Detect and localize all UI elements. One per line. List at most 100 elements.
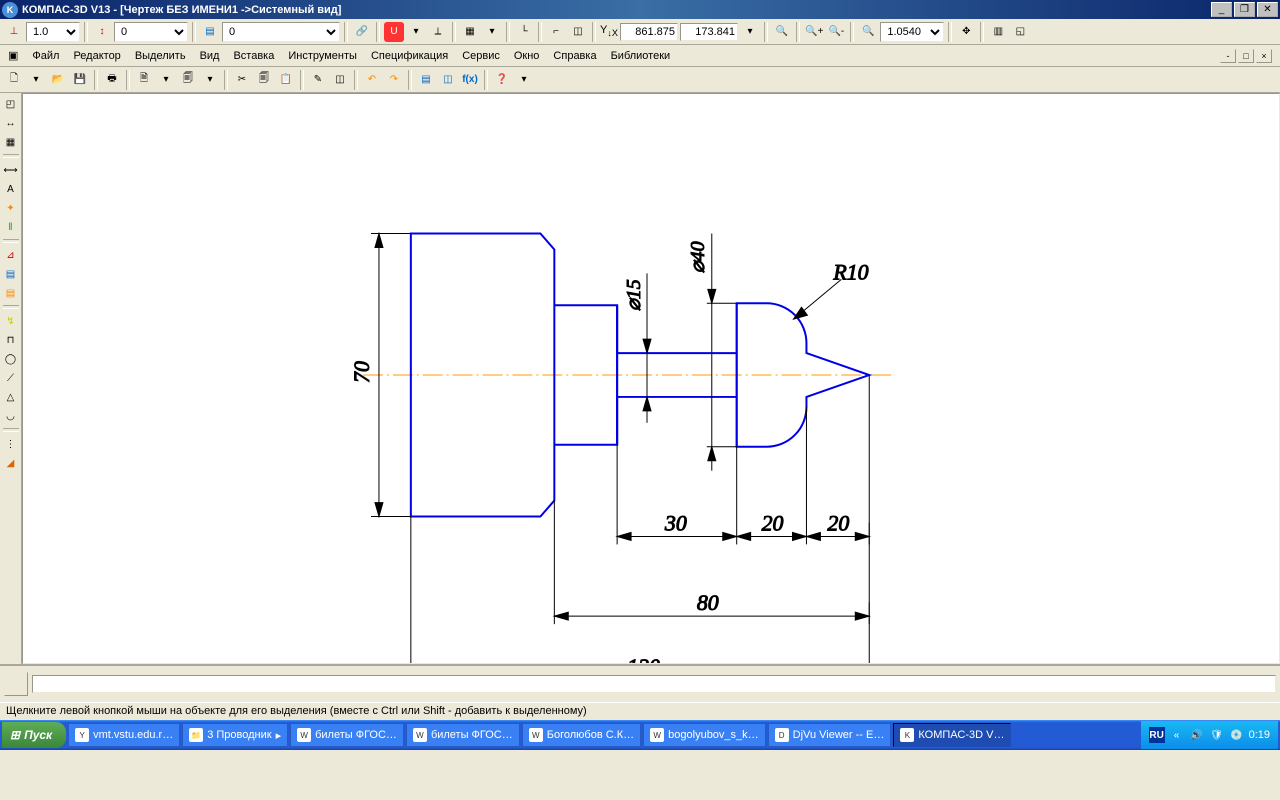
ortho-icon[interactable]: ⌐ [546,22,566,42]
taskbar-item[interactable]: Yvmt.vstu.edu.r… [68,723,180,747]
dropdown-icon[interactable]: ▾ [26,70,46,90]
taskbar-item-active[interactable]: KКОМПАС-3D V… [893,723,1011,747]
zoom-out-icon[interactable]: 🔍- [826,22,846,42]
menu-select[interactable]: Выделить [129,48,192,64]
cut-icon[interactable]: ✂ [232,70,252,90]
manager-icon[interactable]: ▤ [416,70,436,90]
link-icon[interactable]: 🔗 [352,22,372,42]
report-icon[interactable]: ▤ [2,284,20,302]
mdi-restore[interactable]: □ [1238,49,1254,63]
tool2-icon[interactable]: ⊓ [2,331,20,349]
tool6-icon[interactable]: ◡ [2,407,20,425]
coord-x[interactable]: 861.875 [620,23,678,41]
dropdown-icon[interactable]: ▾ [482,22,502,42]
panel-button[interactable] [4,672,28,696]
paste-icon[interactable]: 📋 [276,70,296,90]
hatch-icon[interactable]: ▦ [2,133,20,151]
pan-icon[interactable]: ✥ [956,22,976,42]
system-tray[interactable]: RU « 🔊 🛡 💿 0:19 [1141,721,1278,749]
dropdown-icon[interactable]: ▾ [406,22,426,42]
angle-icon[interactable]: ↕ [92,22,112,42]
taskbar-item[interactable]: Wбилеты ФГОС… [406,723,520,747]
tool4-icon[interactable]: ⟋ [2,369,20,387]
lang-indicator[interactable]: RU [1149,727,1165,743]
scale-combo-1[interactable]: 1.0 [26,22,80,42]
menu-tools[interactable]: Инструменты [282,48,363,64]
print-icon[interactable]: 🖶 [102,70,122,90]
open-icon[interactable]: 📂 [48,70,68,90]
dropdown-icon[interactable]: ▾ [156,70,176,90]
prop-icon[interactable]: ✎ [308,70,328,90]
redraw-icon[interactable]: ▥ [988,22,1008,42]
text-icon[interactable]: A [2,180,20,198]
scale-combo-2[interactable]: 0 [114,22,188,42]
save-icon[interactable]: 💾 [70,70,90,90]
menu-insert[interactable]: Вставка [227,48,280,64]
start-button[interactable]: ⊞Пуск [2,722,66,748]
spec-icon[interactable]: 🗐 [178,70,198,90]
refresh-icon[interactable]: ◱ [1010,22,1030,42]
taskbar-item[interactable]: Wбилеты ФГОС… [290,723,404,747]
grid-icon[interactable]: ▦ [460,22,480,42]
tray-icon[interactable]: 🛡 [1209,727,1225,743]
redo-icon[interactable]: ↷ [384,70,404,90]
drawing-canvas[interactable]: 70 120 80 [22,93,1280,664]
step-icon[interactable]: ⊥ [4,22,24,42]
menu-service[interactable]: Сервис [456,48,506,64]
spec2-icon[interactable]: ▤ [2,265,20,283]
tray-icon[interactable]: 🔊 [1189,727,1205,743]
dropdown-icon[interactable]: ▾ [514,70,534,90]
magnet-icon[interactable]: U [384,22,404,42]
menu-help[interactable]: Справка [547,48,602,64]
help-icon[interactable]: ❓ [492,70,512,90]
undo-icon[interactable]: ↶ [362,70,382,90]
taskbar-item[interactable]: WБоголюбов С.К… [522,723,641,747]
taskbar-item[interactable]: DDjVu Viewer -- E… [768,723,892,747]
copy-icon[interactable]: 🗐 [254,70,274,90]
dropdown-icon[interactable]: ▾ [200,70,220,90]
measure-icon[interactable]: ⊿ [2,246,20,264]
dropdown-icon[interactable]: ▾ [740,22,760,42]
taskbar-item[interactable]: 📁3 Проводник▸ [182,723,288,747]
dimension-icon[interactable]: ⟂ [428,22,448,42]
param-icon[interactable]: ‖ [2,218,20,236]
tool7-icon[interactable]: ⋮ [2,435,20,453]
mdi-close[interactable]: × [1256,49,1272,63]
edit-icon[interactable]: ✦ [2,199,20,217]
zoom-in-icon[interactable]: 🔍+ [804,22,824,42]
tray-icon[interactable]: 💿 [1229,727,1245,743]
menu-editor[interactable]: Редактор [67,48,126,64]
clock[interactable]: 0:19 [1249,729,1270,741]
layer-icon[interactable]: ▤ [200,22,220,42]
round-icon[interactable]: ◫ [568,22,588,42]
menu-window[interactable]: Окно [508,48,546,64]
coord-y[interactable]: 173.841 [680,23,738,41]
copy-prop-icon[interactable]: ◫ [330,70,350,90]
zoom-window-icon[interactable]: 🔍 [858,22,878,42]
tool5-icon[interactable]: △ [2,388,20,406]
line-icon[interactable]: ↔ [2,114,20,132]
zoom-combo[interactable]: 1.0540 [880,22,944,42]
new-icon[interactable]: 🗋 [4,70,24,90]
select-icon[interactable]: ◰ [2,95,20,113]
menu-view[interactable]: Вид [194,48,226,64]
close-button[interactable]: ✕ [1257,2,1278,17]
preview-icon[interactable]: 🗎 [134,70,154,90]
menu-file[interactable]: Файл [26,48,65,64]
panel-input[interactable] [32,675,1276,693]
restore-button[interactable]: ❐ [1234,2,1255,17]
tool8-icon[interactable]: ◢ [2,454,20,472]
tool1-icon[interactable]: ↯ [2,312,20,330]
tray-icon[interactable]: « [1169,727,1185,743]
minimize-button[interactable]: _ [1211,2,1232,17]
tool3-icon[interactable]: ◯ [2,350,20,368]
layer-combo[interactable]: 0 [222,22,340,42]
zoom-icon[interactable]: 🔍 [772,22,792,42]
menu-spec[interactable]: Спецификация [365,48,454,64]
menu-libraries[interactable]: Библиотеки [605,48,677,64]
vars-icon[interactable]: f(x) [460,70,480,90]
doc-icon[interactable]: ▣ [8,49,18,62]
taskbar-item[interactable]: Wbogolyubov_s_k… [643,723,766,747]
tree-icon[interactable]: ◫ [438,70,458,90]
dim-icon[interactable]: ⟷ [2,161,20,179]
